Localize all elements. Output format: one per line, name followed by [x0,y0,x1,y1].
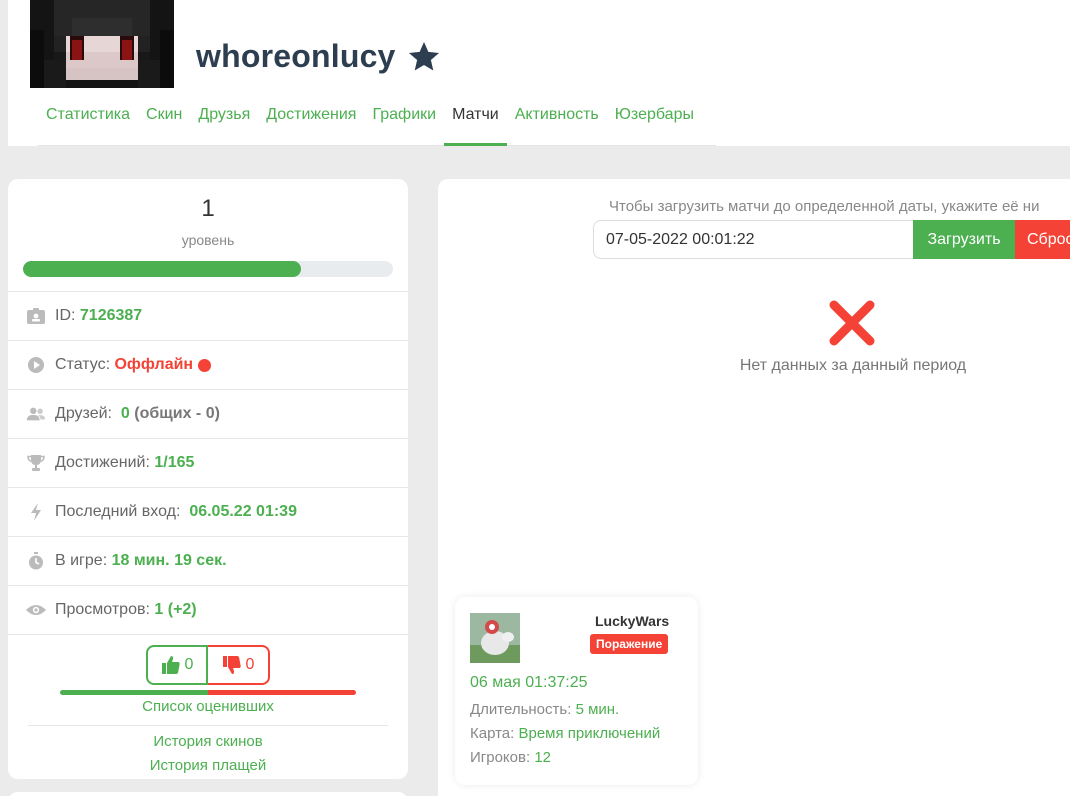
play-circle-icon [26,355,46,375]
profile-stats-card: 1 уровень ID: 7126387 Статус: Оффлайн Др… [8,179,408,779]
match-duration: Длительность: 5 мин. [470,701,619,718]
rating-block: 0 0 Список оценивших История скинов Исто… [8,635,408,785]
next-card [8,792,408,796]
users-icon [26,404,46,424]
status-label: Статус: [55,356,111,373]
last-login-label: Последний вход: [55,503,181,520]
stat-views: Просмотров: 1 (+2) [8,586,408,635]
match-players: Игроков: 12 [470,749,551,766]
duration-value: 5 мин. [575,701,620,718]
raters-list-link[interactable]: Список оценивших [8,698,408,715]
capes-history-link[interactable]: История плащей [8,757,408,774]
stat-achievements: Достижений: 1/165 [8,439,408,488]
players-label: Игроков: [470,749,531,766]
level-block: 1 уровень [8,179,408,292]
achievements-label: Достижений: [55,454,150,471]
dislikes-count: 0 [245,656,255,673]
likes-count: 0 [184,656,194,673]
tab-achievements[interactable]: Достижения [258,96,364,146]
achievements-value: 1/165 [154,454,195,471]
stat-friends: Друзей: 0 (общих - 0) [8,390,408,439]
views-value: 1 [154,601,164,618]
thumbs-up-icon [161,656,180,674]
ingame-label: В игре: [55,552,108,569]
stat-id: ID: 7126387 [8,292,408,341]
vote-buttons: 0 0 [146,645,270,685]
tab-charts[interactable]: Графики [364,96,444,146]
level-label: уровень [181,232,235,248]
map-value: Время приключений [518,725,661,742]
ingame-value: 18 мин. 19 сек. [111,552,227,569]
stat-ingame-time: В игре: 18 мин. 19 сек. [8,537,408,586]
avatar [30,0,174,88]
views-label: Просмотров: [55,601,150,618]
tab-friends[interactable]: Друзья [190,96,258,146]
friends-common: (общих - 0) [134,405,220,422]
like-button[interactable]: 0 [146,645,208,685]
username-block: whoreonlucy [196,38,442,75]
level-progress-fill [23,261,301,277]
match-result-badge: Поражение [590,634,669,654]
friends-label: Друзей: [55,405,112,422]
load-button[interactable]: Загрузить [913,220,1015,259]
duration-label: Длительность: [470,701,572,718]
no-data-message: Нет данных за данный период [739,357,967,374]
trophy-icon [26,453,46,473]
match-mode: LuckyWars [595,613,670,629]
close-icon [829,300,875,346]
id-card-icon [26,306,46,326]
stat-last-login: Последний вход: 06.05.22 01:39 [8,488,408,537]
match-map-thumbnail [470,613,520,663]
offline-dot-icon [198,358,212,372]
match-date: 06 мая 01:37:25 [470,674,588,691]
username: whoreonlucy [196,38,396,74]
map-label: Карта: [470,725,515,742]
divider [28,725,388,726]
tab-skin[interactable]: Скин [138,96,190,146]
reset-button[interactable]: Сброс [1015,220,1070,259]
date-input[interactable] [593,220,915,259]
views-delta: (+2) [167,601,197,618]
skins-history-link[interactable]: История скинов [8,733,408,750]
bolt-icon [26,502,46,522]
status-value: Оффлайн [114,356,194,373]
profile-tabs: Статистика Скин Друзья Достижения График… [38,96,716,146]
level-progress-bar [23,261,393,277]
rating-ratio-bar [60,690,356,695]
stopwatch-icon [26,551,46,571]
stat-status: Статус: Оффлайн [8,341,408,390]
tab-statistics[interactable]: Статистика [38,96,138,146]
profile-header: whoreonlucy Статистика Скин Друзья Дости… [8,0,1070,146]
dislike-button[interactable]: 0 [208,645,270,685]
id-value: 7126387 [79,307,143,324]
match-map: Карта: Время приключений [470,725,660,742]
last-login-value: 06.05.22 01:39 [189,503,297,520]
match-card[interactable]: LuckyWars Поражение 06 мая 01:37:25 Длит… [455,597,698,785]
date-hint: Чтобы загрузить матчи до определенной да… [609,198,1040,215]
thumbs-down-icon [222,656,241,674]
friends-value: 0 [120,405,130,422]
id-label: ID: [55,307,76,324]
eye-icon [26,600,46,620]
level-value: 1 [201,195,215,222]
tab-userbars[interactable]: Юзербары [607,96,702,146]
tab-matches[interactable]: Матчи [444,96,507,146]
players-value: 12 [534,749,552,766]
tab-activity[interactable]: Активность [507,96,607,146]
star-icon[interactable] [406,39,442,75]
